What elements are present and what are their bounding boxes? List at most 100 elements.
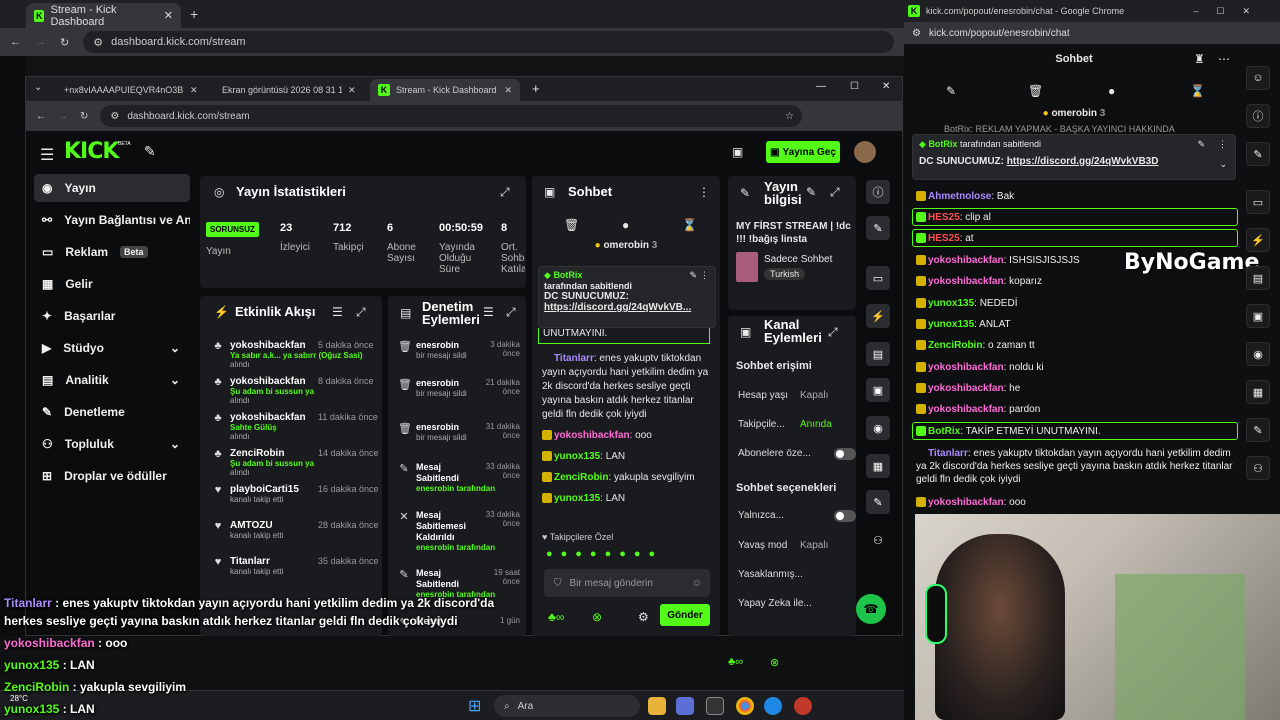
more-icon[interactable]: ⋮ bbox=[698, 185, 710, 199]
maximize-icon[interactable]: ☐ bbox=[850, 81, 859, 92]
sidebar-item-topluluk[interactable]: ⚇ Topluluk ⌄ bbox=[34, 430, 190, 458]
avatar[interactable] bbox=[854, 141, 876, 163]
sidebar-item-basarilar[interactable]: ✦ Başarılar bbox=[34, 302, 190, 330]
activity-item[interactable]: ♣ yokoshibackfan 11 dakika önce Sahte Gülüş… bbox=[214, 412, 378, 441]
trash-icon[interactable]: 🗑 bbox=[1028, 84, 1043, 98]
sidebar-item-reklam[interactable]: ▭ Reklam Beta bbox=[34, 238, 190, 266]
popout-chat-message[interactable]: yokoshibackfan: pardon bbox=[916, 403, 1236, 416]
back-icon[interactable]: ← bbox=[10, 36, 21, 48]
popout-chat-message[interactable]: yokoshibackfan: ooo bbox=[916, 496, 1236, 509]
site-info-icon[interactable]: ⚙ bbox=[912, 28, 921, 39]
popout-chat-message[interactable]: yokoshibackfan: koparız bbox=[916, 275, 1236, 288]
taskbar-search[interactable]: ⌕ Ara bbox=[494, 695, 640, 717]
setting-only[interactable]: Yalnızca... bbox=[738, 510, 856, 522]
inner-tab-3[interactable]: K Stream - Kick Dashboard ✕ bbox=[370, 79, 520, 101]
sidebar-item-gelir[interactable]: ▦ Gelir bbox=[34, 270, 190, 298]
inner-tab-2[interactable]: Ekran görüntüsü 2026 08 31 17...✕ bbox=[214, 79, 364, 101]
expand-icon[interactable]: ⤢ bbox=[830, 185, 840, 200]
video-rail-icon[interactable]: ▦ bbox=[866, 454, 890, 478]
activity-item[interactable]: ♥ Titanlarr 35 dakika önce kanalı takip ett… bbox=[215, 556, 379, 576]
chat-message[interactable]: ZenciRobin: yakupla sevgiliyim bbox=[542, 471, 710, 485]
moderation-item[interactable]: ✎ Mesaj Sabitlendi 33 dakika önce enesrobin… bbox=[399, 462, 520, 493]
popout-chat-message[interactable]: yunox135: NEDEDİ bbox=[916, 297, 1236, 310]
edit-icon[interactable]: ✎ bbox=[806, 185, 816, 199]
tab-search-icon[interactable]: ⌄ bbox=[34, 82, 42, 93]
forward-icon[interactable]: → bbox=[35, 36, 46, 48]
setting-followers[interactable]: Takipçile... Anında bbox=[738, 419, 848, 430]
reload-icon[interactable]: ↻ bbox=[80, 111, 88, 122]
moderation-item[interactable]: 🗑 enesrobin 3 dakika önce bir mesajı sildi bbox=[398, 340, 520, 360]
minimize-icon[interactable]: — bbox=[816, 81, 826, 92]
pinned-message[interactable]: ◆ BotRix tarafından sabitlendi DC SUNUCU… bbox=[538, 266, 716, 328]
close-icon[interactable]: ✕ bbox=[348, 85, 356, 96]
activity-item[interactable]: ♥ AMTOZU 28 dakika önce kanalı takip etti bbox=[215, 520, 379, 540]
moderation-item[interactable]: ✎ Mesaj Sabitlendi 19 saat önce enesrobin t… bbox=[399, 568, 520, 599]
app-icon[interactable] bbox=[706, 697, 724, 715]
popout-chat-message[interactable]: HES25: clip al bbox=[916, 211, 1236, 224]
popout-chat-message[interactable]: yokoshibackfan: noldu ki bbox=[916, 361, 1236, 374]
wrench-rail-icon[interactable]: ✎ bbox=[1246, 418, 1270, 442]
sidebar-item-baglanti[interactable]: ⚯Yayın Bağlantısı ve Anahtar bbox=[34, 206, 190, 234]
sidebar-item-droplar[interactable]: ⊞ Droplar ve ödüller bbox=[34, 462, 190, 490]
settings-icon[interactable]: ⚙ bbox=[638, 610, 649, 624]
windows-start-icon[interactable]: ⊞ bbox=[468, 696, 481, 716]
outer-url-text[interactable]: dashboard.kick.com/stream bbox=[111, 36, 246, 48]
clip-icon[interactable]: ⊗ bbox=[592, 610, 602, 624]
inner-tab-1[interactable]: +nx8vIAAAAPUIEQVR4nO3BMQEAAADC✕ bbox=[56, 79, 206, 101]
chevron-down-icon[interactable]: ⌄ bbox=[1219, 159, 1227, 170]
sidebar-item-studyo[interactable]: ▶ Stüdyo ⌄ bbox=[34, 334, 190, 362]
close-icon[interactable]: ✕ bbox=[504, 85, 512, 96]
moderation-item[interactable]: 🗑 enesrobin 31 dakika önce bir mesajı sildi bbox=[398, 422, 520, 442]
window-controls[interactable]: –☐✕ bbox=[1193, 6, 1268, 17]
bolt-rail-icon[interactable]: ⚡ bbox=[866, 304, 890, 328]
chat-bubble-icon[interactable]: ● bbox=[1108, 84, 1115, 98]
trash-icon[interactable]: 🗑 bbox=[564, 218, 579, 232]
points-icon[interactable]: ♣∞ bbox=[548, 610, 564, 624]
more-icon[interactable]: ⋮ bbox=[1218, 139, 1227, 150]
send-button[interactable]: Gönder bbox=[660, 604, 710, 626]
popout-chat-message[interactable]: ZenciRobin: o zaman tt bbox=[916, 339, 1236, 352]
more-icon[interactable]: ⋮ bbox=[700, 270, 709, 281]
chrome-icon[interactable] bbox=[736, 697, 754, 715]
setting-slow-mode[interactable]: Yavaş mod Kapalı bbox=[738, 540, 848, 551]
close-icon[interactable]: ✕ bbox=[164, 9, 173, 22]
chat-bubble-icon[interactable]: ● bbox=[622, 218, 629, 232]
site-info-icon[interactable]: ⚙ bbox=[93, 36, 103, 49]
new-tab-button[interactable]: + bbox=[532, 81, 540, 96]
emoji-icon[interactable]: ☺ bbox=[692, 578, 702, 589]
inner-url-text[interactable]: dashboard.kick.com/stream bbox=[127, 111, 249, 122]
copilot-icon[interactable] bbox=[676, 697, 694, 715]
chat-message[interactable]: yokoshibackfan: ooo bbox=[542, 429, 710, 443]
layout-icon[interactable]: ▭ bbox=[866, 266, 890, 290]
setting-ai[interactable]: Yapay Zeka ile... bbox=[738, 598, 848, 609]
moderation-item[interactable]: 🗑 enesrobin 21 dakika önce bir mesajı sildi bbox=[398, 378, 520, 398]
avatar-rail[interactable]: ☺ bbox=[1246, 66, 1270, 90]
filter-icon[interactable]: ☰ bbox=[332, 305, 343, 319]
info-icon[interactable]: ⓘ bbox=[1246, 104, 1270, 128]
list-rail-icon[interactable]: ▤ bbox=[1246, 266, 1270, 290]
chat-rail-icon[interactable]: ▣ bbox=[1246, 304, 1270, 328]
edge-icon[interactable] bbox=[764, 697, 782, 715]
bolt-rail-icon[interactable]: ⚡ bbox=[1246, 228, 1270, 252]
clips-icon[interactable]: ▣ bbox=[732, 145, 743, 159]
activity-item[interactable]: ♥ playboiCarti15 16 dakika önce kanalı taki… bbox=[215, 484, 379, 504]
hammer-icon[interactable]: ✎ bbox=[946, 84, 956, 98]
hourglass-icon[interactable]: ⌛ bbox=[682, 218, 697, 232]
edit-rail-icon[interactable]: ✎ bbox=[1246, 142, 1270, 166]
setting-account-age[interactable]: Hesap yaşı Kapalı bbox=[738, 390, 848, 401]
list-rail-icon[interactable]: ▤ bbox=[866, 342, 890, 366]
only-toggle[interactable] bbox=[834, 510, 856, 522]
edit-rail-icon[interactable]: ✎ bbox=[866, 216, 890, 240]
unpin-icon[interactable]: ✎ bbox=[1197, 139, 1205, 150]
popout-chat-message[interactable]: Ahmetnolose: Bak bbox=[916, 190, 1236, 203]
back-icon[interactable]: ← bbox=[36, 111, 46, 122]
expand-icon[interactable]: ⤢ bbox=[506, 305, 516, 320]
pin-icon[interactable]: ✎ bbox=[144, 143, 156, 160]
file-explorer-icon[interactable] bbox=[648, 697, 666, 715]
more-icon[interactable]: ⋯ bbox=[1218, 52, 1230, 66]
hourglass-icon[interactable]: ⌛ bbox=[1190, 84, 1205, 98]
info-icon[interactable]: ⓘ bbox=[866, 180, 890, 204]
community-rail-icon[interactable]: ⚇ bbox=[866, 528, 890, 552]
site-info-icon[interactable]: ⚙ bbox=[110, 111, 119, 122]
popout-chat-message[interactable]: yunox135: ANLAT bbox=[916, 318, 1236, 331]
